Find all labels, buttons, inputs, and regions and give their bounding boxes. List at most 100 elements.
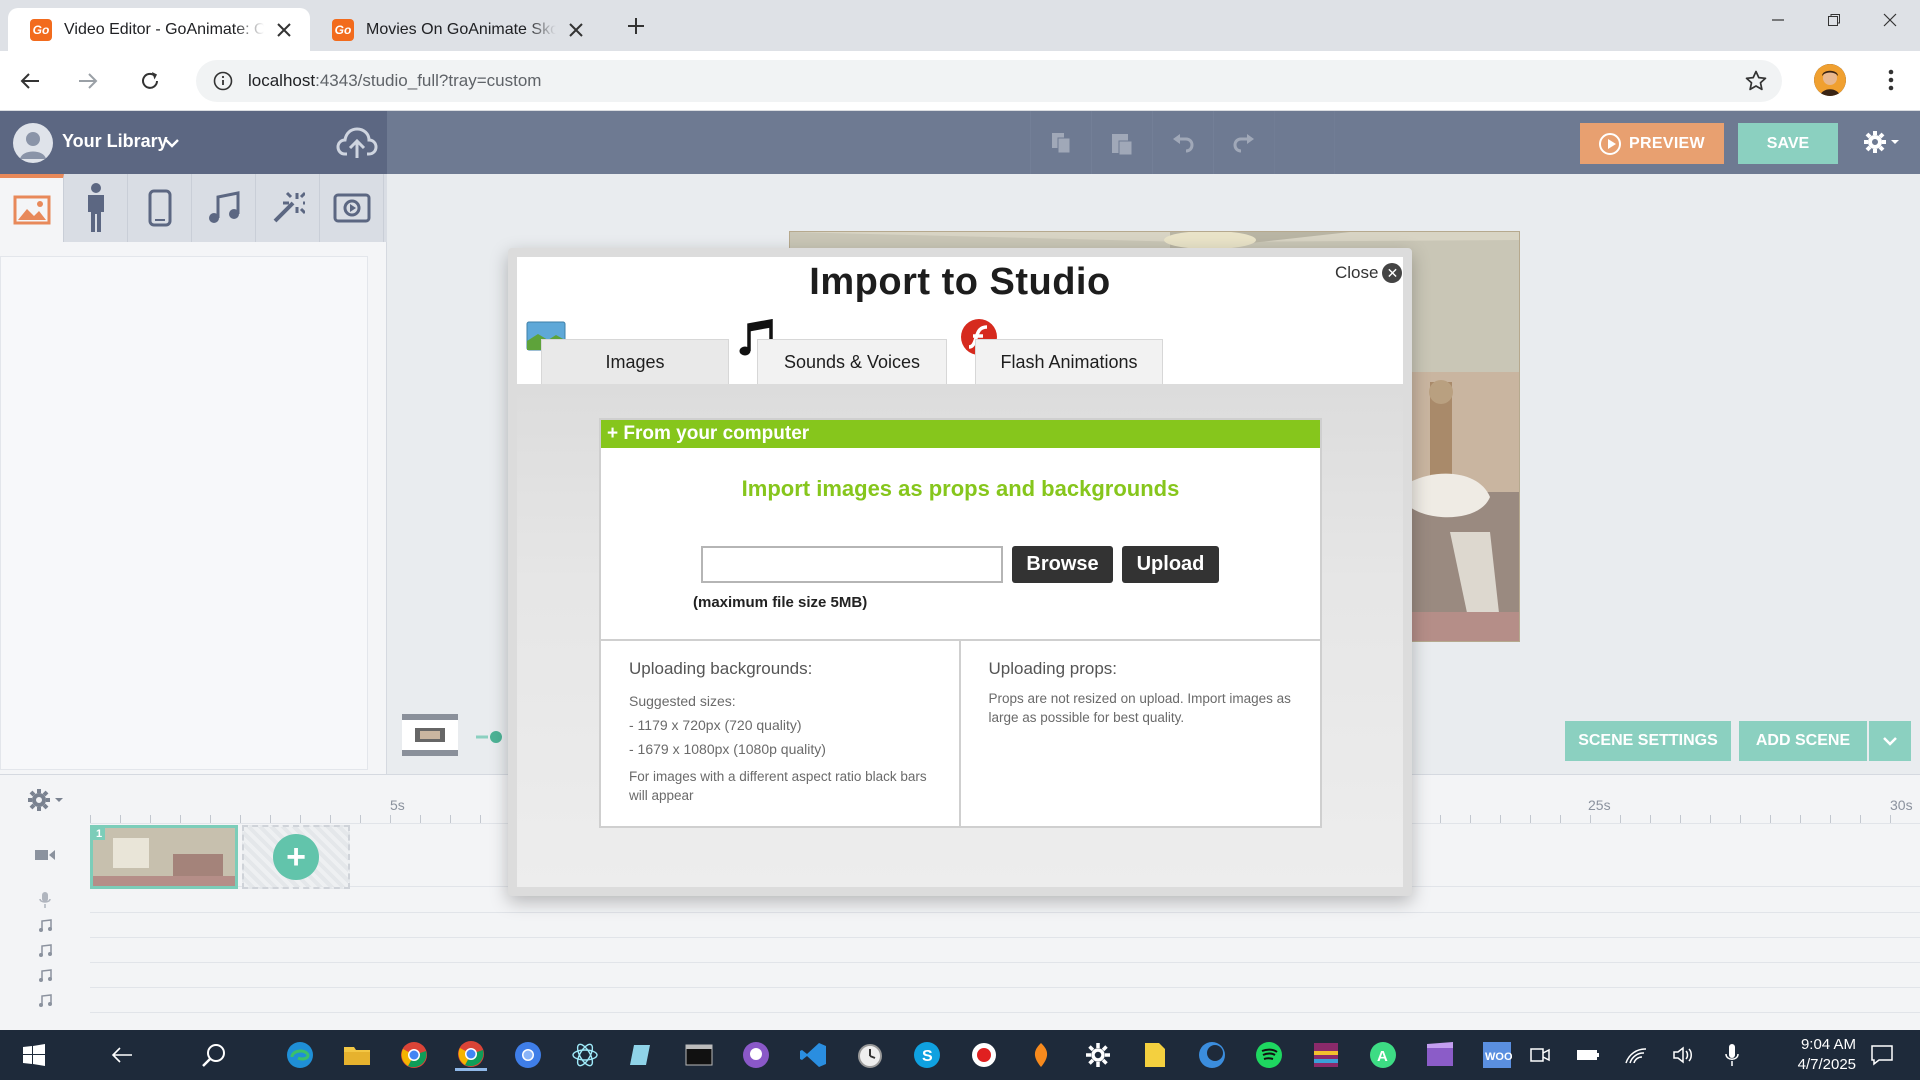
notifications-icon[interactable] bbox=[1866, 1039, 1898, 1071]
music-note-icon bbox=[208, 191, 239, 223]
redo-tool[interactable] bbox=[1213, 111, 1274, 174]
stage-zoom-thumbnail[interactable] bbox=[402, 714, 458, 756]
sound-track[interactable] bbox=[90, 988, 1920, 1013]
spotify-icon[interactable] bbox=[1253, 1039, 1285, 1071]
reload-button[interactable] bbox=[132, 63, 168, 99]
close-modal-button[interactable]: Close ✕ bbox=[1335, 263, 1403, 283]
bookmark-star-icon[interactable] bbox=[1744, 69, 1768, 93]
record-icon[interactable] bbox=[968, 1039, 1000, 1071]
circle-app-icon[interactable] bbox=[1196, 1039, 1228, 1071]
file-path-input[interactable] bbox=[701, 546, 1003, 583]
profile-avatar[interactable] bbox=[1814, 64, 1846, 96]
modal-body: + From your computer Import images as pr… bbox=[517, 384, 1403, 887]
close-tab-icon[interactable] bbox=[272, 18, 296, 42]
chevron-down-icon[interactable] bbox=[165, 135, 179, 153]
sound-track[interactable] bbox=[90, 913, 1920, 938]
skype-icon[interactable]: S bbox=[911, 1039, 943, 1071]
timeline-settings-gear-icon[interactable] bbox=[26, 787, 66, 818]
meet-now-icon[interactable] bbox=[1524, 1039, 1556, 1071]
add-scene-dropdown[interactable] bbox=[1869, 721, 1911, 761]
wifi-icon[interactable] bbox=[1620, 1039, 1652, 1071]
settings-gear-icon[interactable] bbox=[1082, 1039, 1114, 1071]
browser-tab-video-editor[interactable]: Go Video Editor - GoAnimate: Online bbox=[8, 8, 310, 51]
undo-tool[interactable] bbox=[1152, 111, 1213, 174]
terminal-icon[interactable] bbox=[683, 1039, 715, 1071]
cloud-upload-icon[interactable] bbox=[336, 122, 378, 167]
add-scene-slot[interactable]: + bbox=[242, 825, 350, 889]
sound-track[interactable] bbox=[90, 963, 1920, 988]
browser-menu-icon[interactable] bbox=[1876, 65, 1906, 95]
notes-icon[interactable] bbox=[1139, 1039, 1171, 1071]
volume-icon[interactable] bbox=[1668, 1039, 1700, 1071]
category-effects-tab[interactable] bbox=[256, 174, 320, 242]
chromium-icon[interactable] bbox=[512, 1039, 544, 1071]
chevron-down-icon bbox=[1883, 737, 1897, 746]
library-title[interactable]: Your Library bbox=[62, 131, 168, 152]
user-avatar-icon[interactable] bbox=[13, 123, 53, 163]
microphone-icon[interactable] bbox=[1716, 1039, 1748, 1071]
browse-button[interactable]: Browse bbox=[1012, 546, 1113, 583]
woo-app-icon[interactable]: WOO bbox=[1481, 1039, 1513, 1071]
tab-flash-animations[interactable]: Flash Animations bbox=[975, 339, 1163, 384]
modal-title: Import to Studio bbox=[809, 261, 1111, 303]
library-asset-list[interactable] bbox=[0, 256, 368, 770]
forward-button[interactable] bbox=[70, 63, 106, 99]
tab-images[interactable]: Images bbox=[541, 339, 729, 384]
save-button[interactable]: SAVE bbox=[1738, 123, 1838, 164]
browser-tab-movies[interactable]: Go Movies On GoAnimate SkoleTube bbox=[310, 8, 602, 51]
sound-track[interactable] bbox=[90, 938, 1920, 963]
category-characters-tab[interactable] bbox=[64, 174, 128, 242]
max-file-size-note: (maximum file size 5MB) bbox=[693, 594, 868, 611]
chrome-icon-active[interactable] bbox=[455, 1039, 487, 1071]
chrome-icon[interactable] bbox=[398, 1039, 430, 1071]
close-window-button[interactable] bbox=[1862, 0, 1918, 40]
upload-button[interactable]: Upload bbox=[1122, 546, 1219, 583]
backgrounds-title: Uploading backgrounds: bbox=[629, 659, 813, 678]
windows-start-icon[interactable] bbox=[18, 1039, 50, 1071]
edge-browser-icon[interactable] bbox=[284, 1039, 316, 1071]
electron-icon[interactable] bbox=[569, 1039, 601, 1071]
plus-icon: + bbox=[273, 834, 319, 880]
preview-button[interactable]: PREVIEW bbox=[1580, 123, 1724, 164]
new-tab-button[interactable] bbox=[620, 10, 652, 42]
search-icon[interactable] bbox=[198, 1039, 230, 1071]
settings-gear-icon[interactable] bbox=[1862, 129, 1900, 160]
taskbar-clock[interactable]: 9:04 AM 4/7/2025 bbox=[1760, 1035, 1856, 1075]
scene-settings-button[interactable]: SCENE SETTINGS bbox=[1565, 721, 1731, 761]
github-icon[interactable] bbox=[740, 1039, 772, 1071]
site-info-icon[interactable] bbox=[212, 70, 234, 92]
back-arrow-icon[interactable] bbox=[106, 1039, 138, 1071]
clock-app-icon[interactable] bbox=[854, 1039, 886, 1071]
paste-tool[interactable] bbox=[1091, 111, 1152, 174]
paste-icon bbox=[1112, 133, 1133, 155]
restore-button[interactable] bbox=[1806, 0, 1862, 40]
zoom-slider[interactable] bbox=[474, 730, 504, 743]
address-bar[interactable]: localhost:4343/studio_full?tray=custom bbox=[196, 60, 1782, 102]
category-video-tab[interactable] bbox=[320, 174, 384, 242]
asset-panel bbox=[0, 174, 387, 774]
scene-thumbnail[interactable]: 1 bbox=[90, 825, 238, 889]
copy-icon bbox=[1052, 132, 1071, 153]
category-props-tab[interactable] bbox=[128, 174, 192, 242]
battery-icon[interactable] bbox=[1572, 1039, 1604, 1071]
url-path: :4343/studio_full?tray=custom bbox=[315, 71, 542, 90]
winrar-icon[interactable] bbox=[1310, 1039, 1342, 1071]
category-images-tab[interactable] bbox=[0, 174, 64, 242]
browser-tab-strip: Go Video Editor - GoAnimate: Online Go M… bbox=[0, 0, 1920, 51]
vscode-icon[interactable] bbox=[797, 1039, 829, 1071]
minimize-button[interactable] bbox=[1750, 0, 1806, 40]
fl-studio-icon[interactable] bbox=[1025, 1039, 1057, 1071]
video-frame-icon bbox=[333, 193, 370, 223]
video-editor-icon[interactable] bbox=[1424, 1039, 1456, 1071]
notepad-icon[interactable] bbox=[626, 1039, 658, 1071]
from-computer-header[interactable]: + From your computer bbox=[601, 420, 1320, 448]
file-explorer-icon[interactable] bbox=[341, 1039, 373, 1071]
close-tab-icon[interactable] bbox=[564, 18, 588, 42]
add-scene-button[interactable]: ADD SCENE bbox=[1739, 721, 1867, 761]
android-icon[interactable]: A bbox=[1367, 1039, 1399, 1071]
category-music-tab[interactable] bbox=[192, 174, 256, 242]
edit-toolbar bbox=[1030, 111, 1335, 174]
copy-tool[interactable] bbox=[1030, 111, 1091, 174]
back-button[interactable] bbox=[12, 63, 48, 99]
tab-sounds-voices[interactable]: Sounds & Voices bbox=[757, 339, 947, 384]
